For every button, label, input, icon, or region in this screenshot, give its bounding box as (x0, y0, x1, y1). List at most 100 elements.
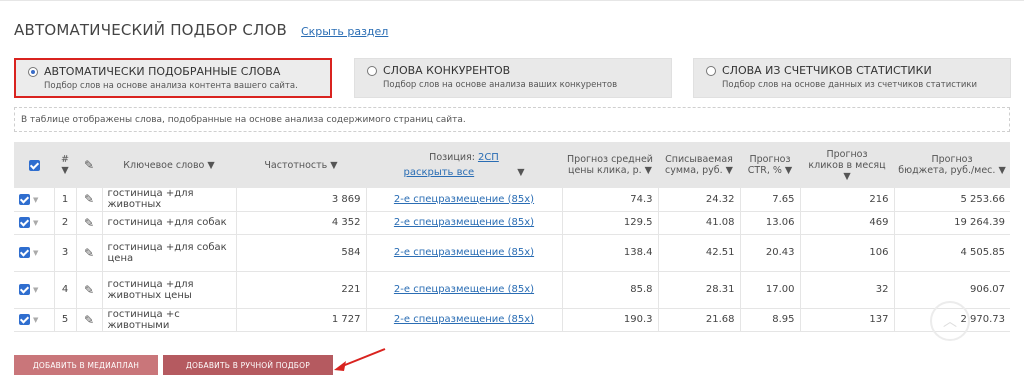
position-label: Позиция: (429, 152, 475, 163)
pencil-icon[interactable]: ✎ (84, 216, 94, 230)
col-clicks[interactable]: Прогноз кликов в месяц ▼ (800, 142, 894, 188)
mode-label: СЛОВА ИЗ СЧЕТЧИКОВ СТАТИСТИКИ (722, 64, 932, 77)
col-ctr-line2: CTR, % ▼ (747, 165, 793, 176)
checkbox-icon[interactable] (19, 193, 30, 205)
add-to-mediaplan-button[interactable]: ДОБАВИТЬ В МЕДИАПЛАН (14, 355, 158, 375)
pencil-icon[interactable]: ✎ (84, 192, 94, 206)
cell-ctr: 8.95 (740, 308, 801, 332)
cell-ctr: 20.43 (740, 234, 801, 272)
cell-position[interactable]: 2-е спецразмещение (85х) (366, 188, 563, 212)
section-title: АВТОМАТИЧЕСКИЙ ПОДБОР СЛОВ (14, 21, 287, 39)
cell-position[interactable]: 2-е спецразмещение (85х) (366, 211, 563, 235)
col-clicks-line2: кликов в месяц ▼ (808, 159, 886, 182)
edit-cell[interactable]: ✎ (76, 271, 103, 309)
cell-clicks: 469 (800, 211, 895, 235)
pencil-icon[interactable]: ✎ (84, 313, 94, 327)
select-all-checkbox[interactable] (14, 142, 54, 188)
mode-competitor-words[interactable]: СЛОВА КОНКУРЕНТОВ Подбор слов на основе … (354, 58, 672, 98)
chevron-up-icon[interactable]: ︿ (943, 311, 957, 331)
row-checkbox[interactable]: ▼ (14, 211, 55, 235)
cell-num: 2 (54, 211, 77, 235)
col-edit: ✎ (76, 142, 102, 188)
position-sort-arrow[interactable]: ▼ (517, 167, 524, 178)
radio-icon[interactable] (367, 65, 377, 76)
col-spend-line1: Списываемая (665, 154, 733, 165)
cell-cpc: 138.4 (562, 234, 659, 272)
pencil-icon[interactable]: ✎ (84, 283, 94, 297)
scroll-up-button[interactable]: ︿ (930, 301, 970, 341)
position-link[interactable]: 2-е спецразмещение (85х) (394, 217, 534, 228)
row-checkbox[interactable]: ▼ (14, 234, 55, 272)
col-num[interactable]: # ▼ (54, 142, 76, 188)
table-row: ▼ 5 ✎ гостиница +с животными 1 727 2-е с… (14, 308, 1010, 332)
cell-cpc: 190.3 (562, 308, 659, 332)
checkbox-icon[interactable] (19, 216, 30, 228)
add-to-manual-selection-button[interactable]: ДОБАВИТЬ В РУЧНОЙ ПОДБОР (163, 355, 333, 375)
cell-position[interactable]: 2-е спецразмещение (85х) (366, 308, 563, 332)
cell-position[interactable]: 2-е спецразмещение (85х) (366, 234, 563, 272)
edit-cell[interactable]: ✎ (76, 308, 103, 332)
radio-icon[interactable] (706, 65, 716, 76)
cell-clicks: 106 (800, 234, 895, 272)
expand-all-link[interactable]: раскрыть все (403, 167, 474, 178)
mode-desc: Подбор слов на основе данных из счетчико… (722, 80, 978, 90)
edit-cell[interactable]: ✎ (76, 211, 103, 235)
col-ctr[interactable]: Прогноз CTR, % ▼ (740, 142, 800, 188)
row-checkbox[interactable]: ▼ (14, 308, 55, 332)
cell-budget: 4 505.85 (894, 234, 1010, 272)
chevron-down-icon[interactable]: ▼ (33, 316, 38, 324)
radio-selected-icon[interactable] (28, 66, 38, 77)
col-cpc-line1: Прогноз средней (567, 154, 653, 165)
cell-keyword: гостиница +для животных цены (102, 271, 237, 309)
cell-position[interactable]: 2-е спецразмещение (85х) (366, 271, 563, 309)
mode-desc: Подбор слов на основе анализа контента в… (44, 81, 298, 91)
row-checkbox[interactable]: ▼ (14, 188, 55, 212)
chevron-down-icon[interactable]: ▼ (33, 249, 38, 257)
chevron-down-icon[interactable]: ▼ (33, 196, 38, 204)
col-clicks-line1: Прогноз (826, 148, 868, 160)
col-keyword[interactable]: Ключевое слово ▼ (102, 142, 236, 188)
cell-spend: 24.32 (658, 188, 741, 212)
pencil-icon[interactable]: ✎ (84, 246, 94, 260)
col-spend[interactable]: Списываемая сумма, руб. ▼ (658, 142, 740, 188)
cell-frequency: 221 (236, 271, 367, 309)
position-link[interactable]: 2СП (478, 152, 499, 163)
mode-stats-words[interactable]: СЛОВА ИЗ СЧЕТЧИКОВ СТАТИСТИКИ Подбор сло… (693, 58, 1011, 98)
checkbox-icon[interactable] (28, 159, 40, 171)
edit-cell[interactable]: ✎ (76, 188, 103, 212)
col-spend-line2: сумма, руб. ▼ (665, 165, 733, 176)
cell-clicks: 137 (800, 308, 895, 332)
cell-keyword: гостиница +для собак цена (102, 234, 237, 272)
checkbox-icon[interactable] (19, 246, 30, 258)
position-link[interactable]: 2-е спецразмещение (85х) (394, 247, 534, 258)
col-cpc[interactable]: Прогноз средней цены клика, р. ▼ (562, 142, 658, 188)
col-position[interactable]: Позиция: 2СП раскрыть все ▼ (366, 142, 562, 188)
cell-spend: 42.51 (658, 234, 741, 272)
cell-spend: 41.08 (658, 211, 741, 235)
mode-auto-words[interactable]: АВТОМАТИЧЕСКИ ПОДОБРАННЫЕ СЛОВА Подбор с… (14, 58, 332, 98)
cell-spend: 28.31 (658, 271, 741, 309)
row-checkbox[interactable]: ▼ (14, 271, 55, 309)
edit-cell[interactable]: ✎ (76, 234, 103, 272)
checkbox-icon[interactable] (19, 283, 30, 295)
cell-frequency: 4 352 (236, 211, 367, 235)
hide-section-link[interactable]: Скрыть раздел (301, 25, 388, 38)
cell-budget: 5 253.66 (894, 188, 1010, 212)
table-row: ▼ 2 ✎ гостиница +для собак 4 352 2-е спе… (14, 211, 1010, 235)
position-link[interactable]: 2-е спецразмещение (85х) (394, 194, 534, 205)
mode-desc: Подбор слов на основе анализа ваших конк… (383, 80, 618, 90)
position-link[interactable]: 2-е спецразмещение (85х) (394, 314, 534, 325)
position-link[interactable]: 2-е спецразмещение (85х) (394, 284, 534, 295)
auto-word-selection-page: АВТОМАТИЧЕСКИЙ ПОДБОР СЛОВ Скрыть раздел… (0, 0, 1024, 379)
cell-budget: 19 264.39 (894, 211, 1010, 235)
col-budget[interactable]: Прогноз бюджета, руб./мес. ▼ (894, 142, 1010, 188)
cell-frequency: 584 (236, 234, 367, 272)
cell-keyword: гостиница +с животными (102, 308, 237, 332)
checkbox-icon[interactable] (19, 313, 30, 325)
chevron-down-icon[interactable]: ▼ (33, 286, 38, 294)
table-row: ▼ 4 ✎ гостиница +для животных цены 221 2… (14, 271, 1010, 309)
chevron-down-icon[interactable]: ▼ (33, 219, 38, 227)
table-row: ▼ 1 ✎ гостиница +для животных 3 869 2-е … (14, 188, 1010, 212)
col-budget-line2: бюджета, руб./мес. ▼ (898, 165, 1006, 176)
col-frequency[interactable]: Частотность ▼ (236, 142, 366, 188)
